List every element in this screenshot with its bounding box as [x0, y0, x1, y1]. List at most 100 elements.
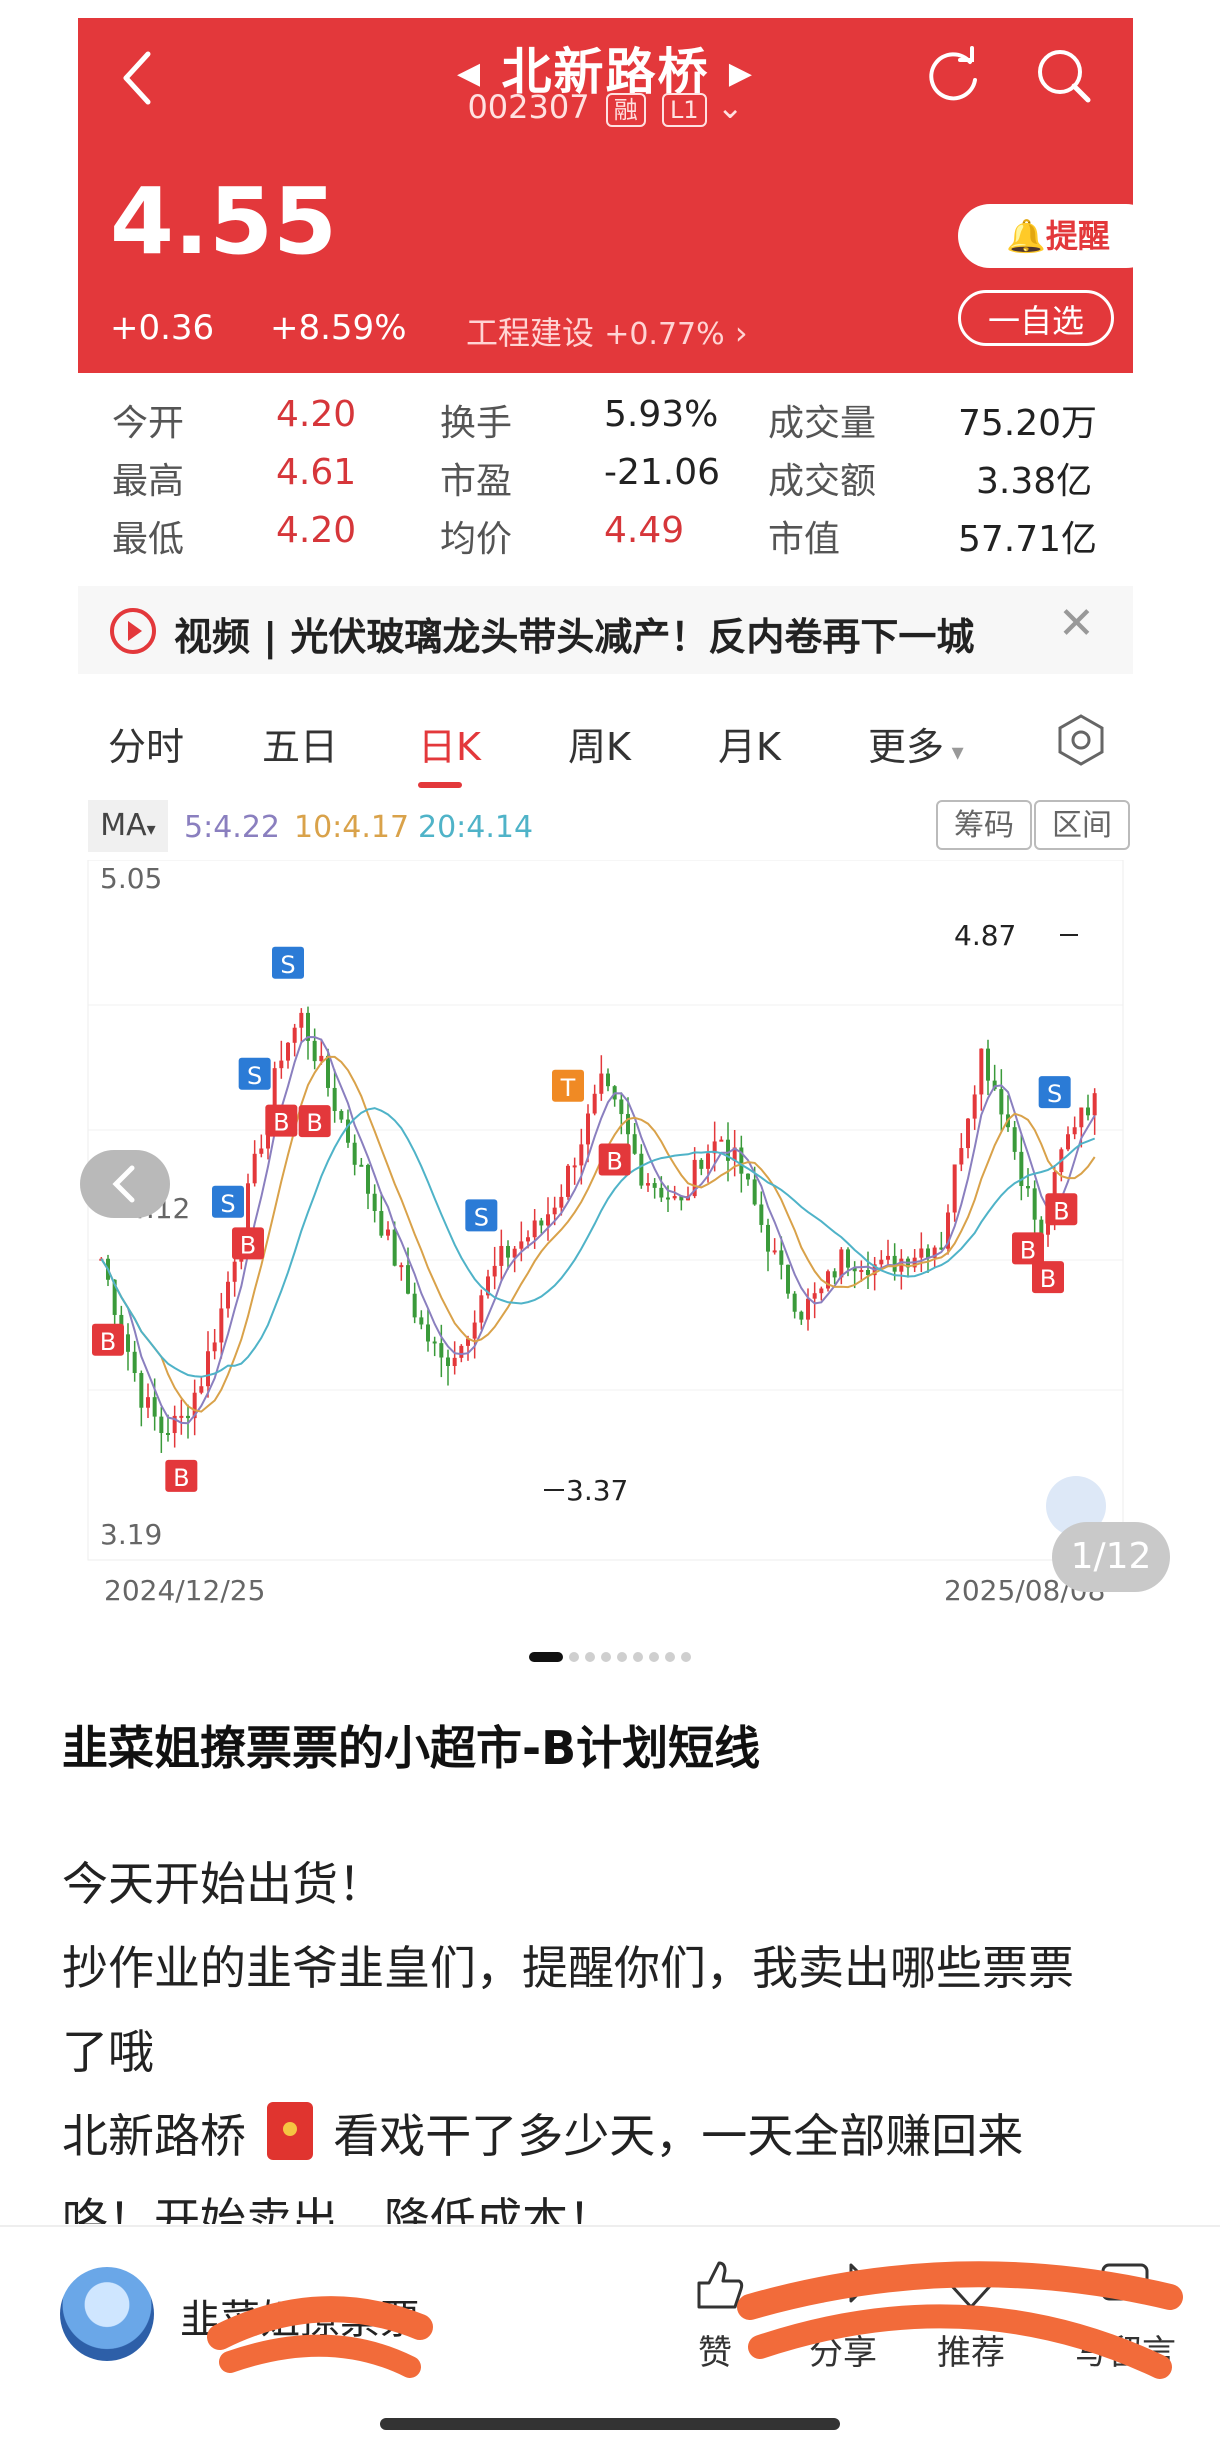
carousel-dots [0, 1646, 1220, 1665]
sector-link[interactable]: 工程建设 +0.77% › [466, 308, 748, 354]
ma10-value: 10:4.17 [294, 810, 410, 845]
ma5-value: 5:4.22 [184, 810, 280, 845]
settings-icon[interactable] [1053, 712, 1109, 768]
quote-grid: 今开 4.20 换手 5.93% 成交量 75.20万 最高 4.61 市盈 -… [78, 376, 1133, 576]
svg-text:S: S [280, 951, 295, 979]
candle-body [532, 1220, 537, 1238]
search-button[interactable] [1028, 40, 1098, 110]
sector-percent: +0.77% [604, 317, 725, 352]
remind-button[interactable]: 🔔提醒 [958, 204, 1158, 268]
signal-b: B [165, 1459, 198, 1492]
candle-body [399, 1265, 404, 1268]
tab-intraday[interactable]: 分时 [108, 716, 184, 771]
candle-body [792, 1293, 797, 1312]
signal-s: S [272, 946, 304, 979]
candle-body [799, 1311, 804, 1320]
candle-body [859, 1270, 864, 1273]
margin-tag: 融 [605, 93, 646, 127]
quote-value: 4.49 [604, 510, 685, 551]
home-indicator[interactable] [380, 2418, 840, 2430]
level-tag: L1 [661, 93, 707, 127]
candle-body [652, 1183, 657, 1188]
candle-body [492, 1265, 497, 1277]
candle-body [219, 1308, 224, 1343]
candle-body [226, 1281, 230, 1309]
news-banner[interactable]: 视频 | 光伏玻璃龙头带头减产！反内卷再下一城 ✕ [78, 586, 1133, 674]
avatar[interactable] [60, 2267, 154, 2361]
tab-five-day[interactable]: 五日 [262, 716, 338, 771]
candle-body [639, 1153, 644, 1186]
candle-body [312, 1040, 317, 1062]
candle-body [759, 1204, 764, 1225]
candle-body [199, 1386, 204, 1393]
prev-image-button[interactable] [80, 1150, 170, 1218]
candle-body [139, 1373, 144, 1408]
candle-body [672, 1196, 677, 1199]
signal-b: B [1045, 1193, 1078, 1226]
next-stock-arrow-icon[interactable]: ▶ [729, 56, 754, 91]
candle-body [426, 1324, 430, 1342]
candle-body [1072, 1127, 1077, 1135]
chart-tabs: 分时 五日 日K 周K 月K 更多 ▾ [78, 690, 1133, 792]
prev-stock-arrow-icon[interactable]: ◀ [457, 56, 482, 91]
stock-header: ◀ 北新路桥 ▶ 002307 融 L1 ⌄ 4.55 +0.36 +8.59%… [78, 18, 1158, 373]
signal-s: S [1038, 1076, 1071, 1109]
tab-weekly-k[interactable]: 周K [568, 716, 631, 771]
kline-plot[interactable]: BBSSBBSBSTBSBBB 5.05 4.12 3.19 4.87 3.37… [78, 860, 1133, 1626]
svg-text:B: B [240, 1231, 256, 1259]
candle-body [999, 1089, 1004, 1115]
active-tab-indicator [418, 782, 462, 788]
range-button[interactable]: 区间 [1034, 800, 1130, 850]
candle-body [552, 1207, 557, 1215]
play-icon [110, 608, 156, 654]
redaction-scribble [207, 2296, 433, 2378]
candle-body [459, 1345, 464, 1358]
candle-body [812, 1293, 817, 1299]
watchlist-button[interactable]: 一自选 [958, 290, 1114, 346]
candle-body [392, 1229, 397, 1266]
post-line: 今天开始出货！ [62, 1857, 384, 1911]
candle-body [152, 1397, 157, 1417]
news-text: 视频 | 光伏玻璃龙头带头减产！反内卷再下一城 [174, 615, 975, 659]
candle-body [212, 1342, 217, 1352]
candle-body [412, 1293, 417, 1318]
candle-body [126, 1334, 130, 1352]
candle-body [606, 1073, 610, 1087]
candle-body [259, 1148, 264, 1154]
tab-more[interactable]: 更多 ▾ [868, 716, 964, 771]
tab-monthly-k[interactable]: 月K [718, 716, 781, 771]
carousel-dot [601, 1651, 611, 1662]
signal-s: S [238, 1057, 271, 1090]
candle-body [559, 1196, 564, 1208]
redaction-scribble [737, 2261, 1183, 2379]
chevron-down-icon[interactable]: ⌄ [717, 88, 744, 126]
stock-mention[interactable]: 北新路桥 [62, 2109, 246, 2163]
candle-body [326, 1055, 330, 1088]
candle-body [879, 1259, 884, 1265]
candle-body [146, 1397, 150, 1408]
candle-body [646, 1183, 650, 1186]
ma-selector[interactable]: MA▾ [88, 800, 168, 852]
quote-label: 换手 [440, 403, 513, 444]
post-title: 韭菜姐撩票票的小超市-B计划短线 [62, 1721, 761, 1775]
quote-label: 最高 [112, 461, 185, 502]
caret-down-icon: ▾ [944, 738, 964, 766]
candle-body [406, 1265, 410, 1294]
candle-body [599, 1073, 604, 1094]
candle-body [279, 1060, 284, 1069]
refresh-button[interactable] [918, 40, 988, 110]
candle-body [506, 1245, 510, 1258]
tab-daily-k[interactable]: 日K [418, 716, 481, 771]
caret-down-icon: ▾ [146, 819, 156, 840]
post-line: 抄作业的韭爷韭皇们，提醒你们，我卖出哪些票票 [62, 1941, 1074, 1995]
chip-distribution-button[interactable]: 筹码 [936, 800, 1032, 850]
kline-chart[interactable]: MA▾ 5:4.22 10:4.17 20:4.14 筹码 区间 BBSSBBS… [78, 790, 1133, 1626]
candle-body [952, 1164, 957, 1213]
signal-b: B [598, 1143, 631, 1176]
sector-name: 工程建设 [466, 314, 595, 352]
svg-text:B: B [1020, 1236, 1036, 1264]
candle-body [339, 1111, 344, 1120]
close-icon[interactable]: ✕ [1058, 598, 1095, 649]
candle-body [966, 1118, 970, 1149]
svg-text:S: S [1047, 1080, 1062, 1108]
